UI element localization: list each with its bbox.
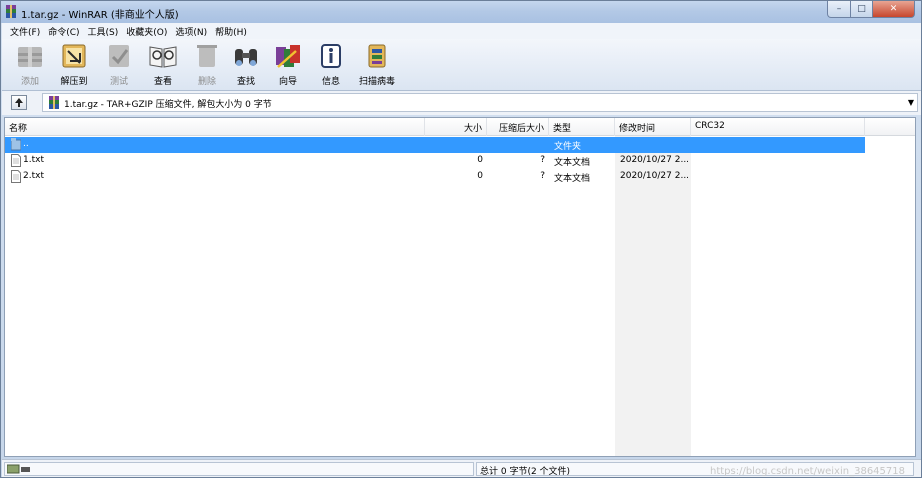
list-item[interactable]: 1.txt 0 ? 文本文档 2020/10/27 2... — [5, 153, 865, 169]
extract-icon — [62, 44, 86, 68]
delete-label: 删除 — [197, 77, 216, 87]
info-label: 信息 — [321, 77, 340, 87]
up-arrow-icon — [15, 98, 23, 107]
add-button[interactable]: 添加 — [14, 41, 46, 87]
text-file-icon — [11, 154, 21, 167]
file-name: 1.txt — [23, 155, 44, 165]
column-size-label: 大小 — [463, 124, 482, 134]
up-folder-button[interactable] — [11, 95, 27, 110]
menu-commands[interactable]: 命令(C) — [44, 25, 83, 38]
wizard-label: 向导 — [278, 77, 297, 87]
list-item[interactable]: 2.txt 0 ? 文本文档 2020/10/27 2... — [5, 169, 865, 185]
column-packed-header[interactable]: 压缩后大小 — [487, 118, 549, 136]
file-packed-size: ? — [540, 155, 545, 165]
path-text: 1.tar.gz - TAR+GZIP 压缩文件, 解包大小为 0 字节 — [64, 100, 272, 110]
menu-options[interactable]: 选项(N) — [171, 25, 211, 38]
column-size-header[interactable]: 大小 — [425, 118, 487, 136]
watermark-text: https://blog.csdn.net/weixin_38645718 — [709, 466, 905, 477]
view-label: 查看 — [153, 77, 172, 87]
test-button[interactable]: 测试 — [103, 41, 135, 87]
menu-file[interactable]: 文件(F) — [6, 25, 44, 38]
wizard-icon — [276, 45, 300, 68]
archive-icon — [49, 96, 59, 109]
title-bar[interactable]: 1.tar.gz - WinRAR (非商业个人版) – □ ✕ — [1, 1, 921, 23]
menu-favorites[interactable]: 收藏夹(O) — [122, 25, 171, 38]
column-modified-header[interactable]: 修改时间 — [615, 118, 691, 136]
file-name: 2.txt — [23, 171, 44, 181]
info-button[interactable]: 信息 — [315, 41, 347, 87]
winrar-app-icon — [6, 5, 16, 18]
maximize-button[interactable]: □ — [851, 1, 873, 18]
file-size: 0 — [477, 155, 483, 165]
find-label: 查找 — [236, 77, 255, 87]
virus-scan-label: 扫描病毒 — [359, 77, 396, 87]
column-modified-label: 修改时间 — [619, 124, 656, 134]
text-file-icon — [11, 170, 21, 183]
dropdown-arrow-icon[interactable]: ▼ — [908, 98, 914, 107]
view-icon — [149, 46, 177, 68]
file-size: 0 — [477, 171, 483, 181]
extract-to-button[interactable]: 解压到 — [58, 41, 90, 87]
add-icon — [18, 47, 42, 67]
delete-icon — [197, 45, 217, 67]
caption-buttons: – □ ✕ — [827, 1, 915, 19]
status-right-pane: 总计 0 字节(2 个文件) https://blog.csdn.net/wei… — [476, 462, 914, 477]
wizard-button[interactable]: 向导 — [272, 41, 304, 87]
file-name: .. — [23, 139, 29, 149]
column-type-label: 类型 — [553, 124, 572, 134]
virus-scan-icon — [368, 44, 386, 68]
status-left-pane — [4, 462, 474, 476]
file-modified: 2020/10/27 2... — [620, 171, 690, 181]
file-packed-size: ? — [540, 171, 545, 181]
find-icon — [235, 49, 257, 66]
file-modified: 2020/10/27 2... — [620, 155, 690, 165]
column-name-label: 名称 — [9, 124, 28, 134]
view-button[interactable]: 查看 — [147, 41, 179, 87]
file-type: 文本文档 — [554, 158, 591, 168]
window-title: 1.tar.gz - WinRAR (非商业个人版) — [21, 10, 179, 21]
minimize-button[interactable]: – — [827, 1, 851, 18]
file-list[interactable]: 名称 大小 压缩后大小 类型 修改时间 CRC32 .. 文件夹 1.txt 0… — [4, 117, 916, 457]
virus-scan-button[interactable]: 扫描病毒 — [359, 41, 395, 87]
status-bar: 总计 0 字节(2 个文件) https://blog.csdn.net/wei… — [2, 459, 921, 477]
info-icon — [321, 44, 341, 68]
list-item[interactable]: .. 文件夹 — [5, 137, 865, 153]
column-packed-label: 压缩后大小 — [498, 124, 544, 134]
list-header: 名称 大小 压缩后大小 类型 修改时间 CRC32 — [5, 118, 915, 136]
test-label: 测试 — [109, 77, 128, 87]
extract-to-label: 解压到 — [60, 77, 88, 87]
column-crc-label: CRC32 — [695, 121, 725, 131]
file-type: 文本文档 — [554, 174, 591, 184]
menu-bar: 文件(F) 命令(C) 工具(S) 收藏夹(O) 选项(N) 帮助(H) — [2, 23, 921, 39]
column-crc-header[interactable]: CRC32 — [691, 118, 865, 136]
test-icon — [109, 45, 129, 67]
menu-help[interactable]: 帮助(H) — [211, 25, 251, 38]
add-label: 添加 — [20, 77, 39, 87]
file-type: 文件夹 — [554, 142, 582, 152]
folder-up-icon — [11, 138, 21, 151]
status-total-text: 总计 0 字节(2 个文件) — [480, 467, 571, 477]
close-button[interactable]: ✕ — [873, 1, 915, 18]
drive-icon — [7, 464, 30, 474]
find-button[interactable]: 查找 — [230, 41, 262, 87]
winrar-window: 1.tar.gz - WinRAR (非商业个人版) – □ ✕ 文件(F) 命… — [0, 0, 922, 478]
column-type-header[interactable]: 类型 — [549, 118, 615, 136]
toolbar: 添加 解压到 测试 查看 删除 查找 向导 信息 扫描病毒 — [2, 39, 921, 91]
menu-tools[interactable]: 工具(S) — [84, 25, 123, 38]
address-row: 1.tar.gz - TAR+GZIP 压缩文件, 解包大小为 0 字节 ▼ — [2, 91, 921, 115]
delete-button[interactable]: 删除 — [191, 41, 223, 87]
column-name-header[interactable]: 名称 — [5, 118, 425, 136]
path-combobox[interactable]: 1.tar.gz - TAR+GZIP 压缩文件, 解包大小为 0 字节 ▼ — [42, 93, 918, 112]
